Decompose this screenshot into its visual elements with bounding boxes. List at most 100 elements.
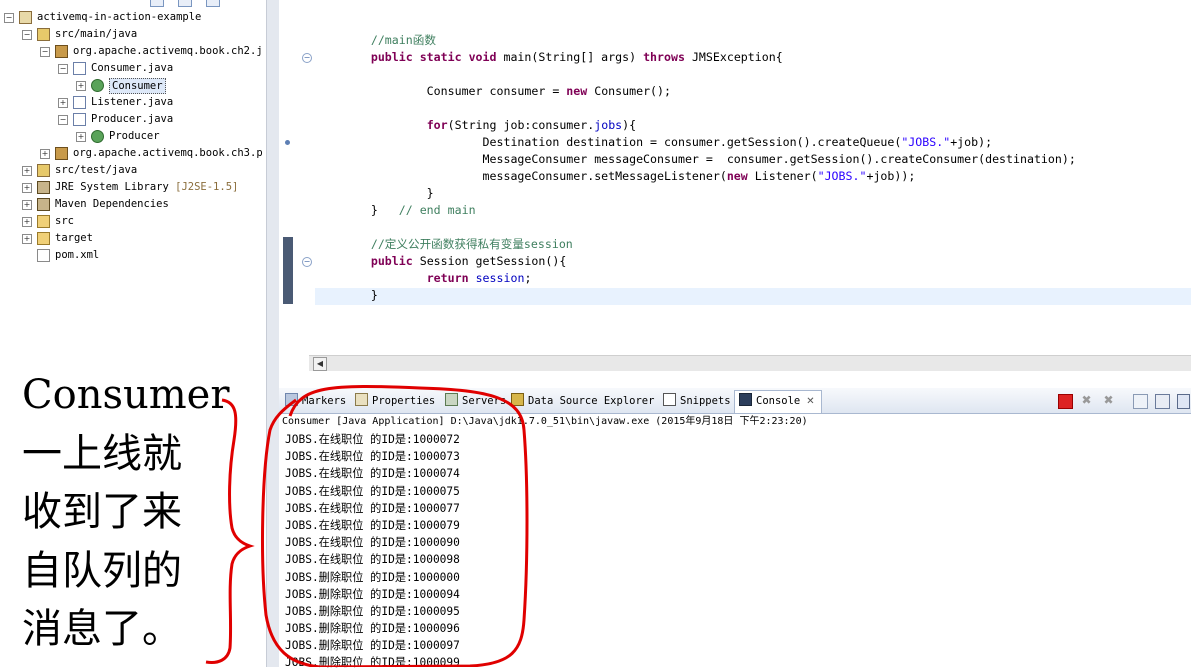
folder-icon [37,232,50,245]
tree-item[interactable]: + org.apache.activemq.book.ch3.p [0,145,266,162]
maven-project-icon [19,11,32,24]
class-icon [91,130,104,143]
tree-item[interactable]: − activemq-in-action-example [0,9,266,26]
tree-item[interactable]: + Consumer [0,77,266,94]
clear-console-icon[interactable] [1133,394,1148,409]
tab-data-source-explorer[interactable]: Data Source Explorer [511,391,654,411]
console-line: JOBS.在线职位 的ID是:1000077 [285,501,460,515]
expand-icon[interactable]: + [22,217,32,227]
collapse-icon[interactable]: − [58,115,68,125]
java-editor[interactable]: − − //main函数 public static void main(Str… [279,0,1191,372]
code-token: Consumer consumer = [315,84,567,98]
fold-collapse-icon[interactable]: − [302,257,312,267]
code-line[interactable]: public Session getSession(){ [315,253,566,270]
library-icon [37,198,50,211]
close-tab-icon[interactable]: ✕ [806,396,814,407]
code-token: Destination destination = consumer.getSe… [315,135,902,149]
code-token: //main函数 [315,33,436,47]
editor-overview-ruler [279,0,298,372]
collapse-icon[interactable]: − [40,47,50,57]
code-token: for [426,118,448,132]
folder-icon [37,215,50,228]
tab-console[interactable]: Console ✕ [734,390,822,413]
code-line[interactable]: } [315,287,378,304]
expand-icon[interactable]: + [22,234,32,244]
tree-item[interactable]: − org.apache.activemq.book.ch2.j [0,43,266,60]
expand-icon[interactable]: + [22,166,32,176]
markers-icon [285,393,298,406]
tree-item[interactable]: + JRE System Library [J2SE-1.5] [0,179,266,196]
code-token: "JOBS." [817,169,867,183]
collapse-icon[interactable]: − [58,64,68,74]
tree-item[interactable]: − Consumer.java [0,60,266,77]
collapse-icon[interactable]: − [22,30,32,40]
tree-item[interactable]: pom.xml [0,247,266,264]
tree-item[interactable]: − src/main/java [0,26,266,43]
tree-item[interactable]: + src/test/java [0,162,266,179]
code-line[interactable]: return session; [315,270,532,287]
code-line[interactable]: Destination destination = consumer.getSe… [315,134,993,151]
tree-item[interactable]: + target [0,230,266,247]
code-line[interactable]: public static void main(String[] args) t… [315,49,783,66]
tab-snippets[interactable]: Snippets [663,391,731,411]
expand-icon[interactable]: + [22,183,32,193]
collapse-all-icon[interactable] [150,0,164,7]
xml-file-icon [37,249,50,262]
annotation-text: Consumer 一上线就 收到了来 自队列的 消息了。 [22,372,230,652]
tab-markers[interactable]: Markers [285,391,346,411]
tree-item[interactable]: + src [0,213,266,230]
code-line[interactable]: MessageConsumer messageConsumer = consum… [315,151,1076,168]
scroll-lock-icon[interactable] [1155,394,1170,409]
console-line: JOBS.在线职位 的ID是:1000098 [285,553,460,567]
tree-item-label: src [55,215,74,227]
expand-icon[interactable]: + [58,98,68,108]
console-output[interactable]: JOBS.在线职位 的ID是:1000072 JOBS.在线职位 的ID是:100… [285,431,460,672]
console-line: JOBS.删除职位 的ID是:1000094 [285,587,460,601]
code-token: +job); [950,135,993,149]
link-editor-icon[interactable] [178,0,192,7]
console-line: JOBS.在线职位 的ID是:1000074 [285,467,460,481]
code-line[interactable]: //main函数 [315,32,436,49]
scroll-left-icon[interactable]: ◀ [313,357,327,371]
tab-properties[interactable]: Properties [355,391,435,411]
code-token: return [426,271,469,285]
tree-item[interactable]: − Producer.java [0,111,266,128]
code-line[interactable]: Consumer consumer = new Consumer(); [315,83,671,100]
code-token: Consumer(); [587,84,671,98]
fold-collapse-icon[interactable]: − [302,53,312,63]
remove-all-icon[interactable]: ✖ [1102,394,1115,407]
change-marker [283,237,293,304]
tree-item[interactable]: + Maven Dependencies [0,196,266,213]
tree-item[interactable]: + Producer [0,128,266,145]
horizontal-scrollbar[interactable]: ◀ [309,355,1191,371]
terminate-icon[interactable] [1058,394,1073,409]
expand-icon[interactable]: + [76,132,86,142]
source-folder-icon [37,28,50,41]
expand-icon[interactable]: + [40,149,50,159]
code-line[interactable]: messageConsumer.setMessageListener(new L… [315,168,916,185]
tab-servers[interactable]: Servers [445,391,506,411]
view-menu-icon[interactable] [206,0,220,7]
remove-launch-icon[interactable]: ✖ [1080,394,1093,407]
code-token: new [566,84,588,98]
breakpoint-icon[interactable] [285,140,290,145]
code-token: messageConsumer.setMessageListener( [315,169,727,183]
code-token: //定义公开函数获得私有变量session [315,237,573,251]
code-line[interactable]: } [315,185,434,202]
code-line[interactable]: for(String job:consumer.jobs){ [315,117,636,134]
code-token: ){ [622,118,637,132]
view-splitter[interactable] [266,0,279,667]
package-icon [55,147,68,160]
servers-icon [445,393,458,406]
code-line[interactable]: //定义公开函数获得私有变量session [315,236,573,253]
tree-item[interactable]: + Listener.java [0,94,266,111]
expand-icon[interactable]: + [76,81,86,91]
expand-icon[interactable]: + [22,200,32,210]
pin-console-icon[interactable] [1177,394,1190,409]
collapse-icon[interactable]: − [4,13,14,23]
properties-icon [355,393,368,406]
code-line[interactable]: } // end main [315,202,476,219]
code-token: Listener( [747,169,818,183]
code-token: jobs [594,118,623,132]
